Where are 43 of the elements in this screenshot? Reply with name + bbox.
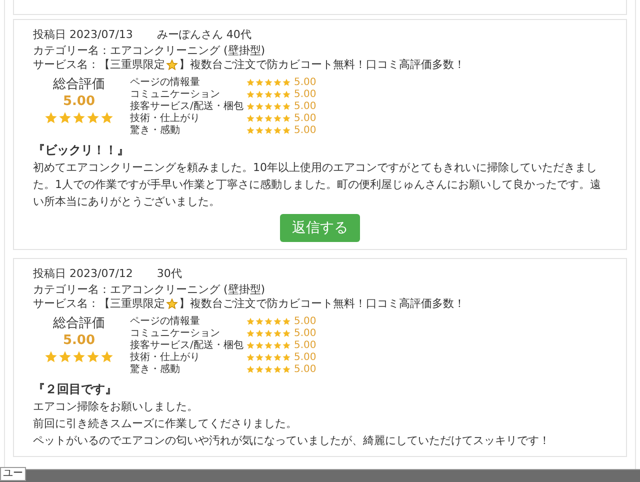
service-text: 】複数台ご注文で防カビコート無料！口コミ高評価多数！ (179, 58, 465, 72)
review-text: ペットがいるのでエアコンの匂いや汚れが気になっていましたが、綺麗にしていただけてスッキリです！ (33, 433, 551, 449)
star-icon (166, 59, 178, 71)
rating-score: 5.00 (294, 316, 316, 326)
reviewer-name: 30代 (156, 266, 182, 280)
category-text: カテゴリー名：エアコンクリーニング (壁掛型) (33, 283, 266, 297)
review-title: 『２回目です』 (33, 381, 118, 398)
service-text: 】複数台ご注文で防カビコート無料！口コミ高評価多数！ (179, 297, 465, 311)
star-icon (166, 298, 178, 310)
overall-label: 総合評価 (53, 315, 105, 332)
rating-label: ページの情報量 (130, 314, 201, 328)
rating-label: コミュニケーション (130, 327, 221, 340)
review-text: 前回に引き続きスムーズに作業してくださりました。 (33, 416, 298, 432)
rating-score: 5.00 (294, 328, 316, 338)
post-date: 投稿日 2023/07/13 (33, 26, 133, 42)
rating-label: 接客サービス/配送・梱包 (130, 100, 244, 112)
review-title: 『ビックリ！！』 (33, 142, 130, 159)
rating-score: 5.00 (294, 88, 316, 100)
review-text: 初めてエアコンクリーニングを頼みました。10年以上使用のエアコンですがとてもきれいに掃除していただきました。1人での作業ですが手早い作業と丁寧さに感動しました。町の便利屋じゅんさんにお願いして良かったです。遠い所本当にありがとうございました。 (33, 160, 602, 210)
reviewer-name: みーぽんさん 40代 (156, 26, 252, 42)
overall-score: 5.00 (62, 332, 96, 350)
rating-label: 技術・仕上がり (130, 112, 201, 124)
service-text: サービス名：【三重県限定 (33, 58, 165, 72)
rating-label: コミュニケーション (130, 88, 221, 100)
review-text: エアコン掃除をお願いしました。 (33, 399, 199, 415)
category-text: カテゴリー名：エアコンクリーニング (壁掛型) (33, 44, 266, 58)
rating-label: 接客サービス/配送・梱包 (130, 338, 244, 352)
overall-score: 5.00 (62, 93, 96, 111)
rating-label: 技術・仕上がり (130, 350, 201, 364)
rating-score: 5.00 (294, 340, 316, 350)
rating-label: ページの情報量 (130, 76, 201, 89)
rating-score: 5.00 (294, 124, 316, 136)
rating-score: 5.00 (294, 364, 316, 374)
rating-label: 驚き・感動 (130, 124, 181, 137)
post-date: 投稿日 2023/07/12 (33, 266, 133, 280)
rating-score: 5.00 (294, 352, 316, 362)
service-text: サービス名：【三重県限定 (33, 297, 165, 311)
overall-label: 総合評価 (53, 76, 105, 93)
rating-score: 5.00 (294, 112, 316, 124)
rating-score: 5.00 (294, 100, 316, 112)
rating-label: 驚き・感動 (130, 362, 181, 376)
rating-score: 5.00 (294, 76, 316, 88)
bottom-tab[interactable]: ユー (0, 467, 26, 481)
